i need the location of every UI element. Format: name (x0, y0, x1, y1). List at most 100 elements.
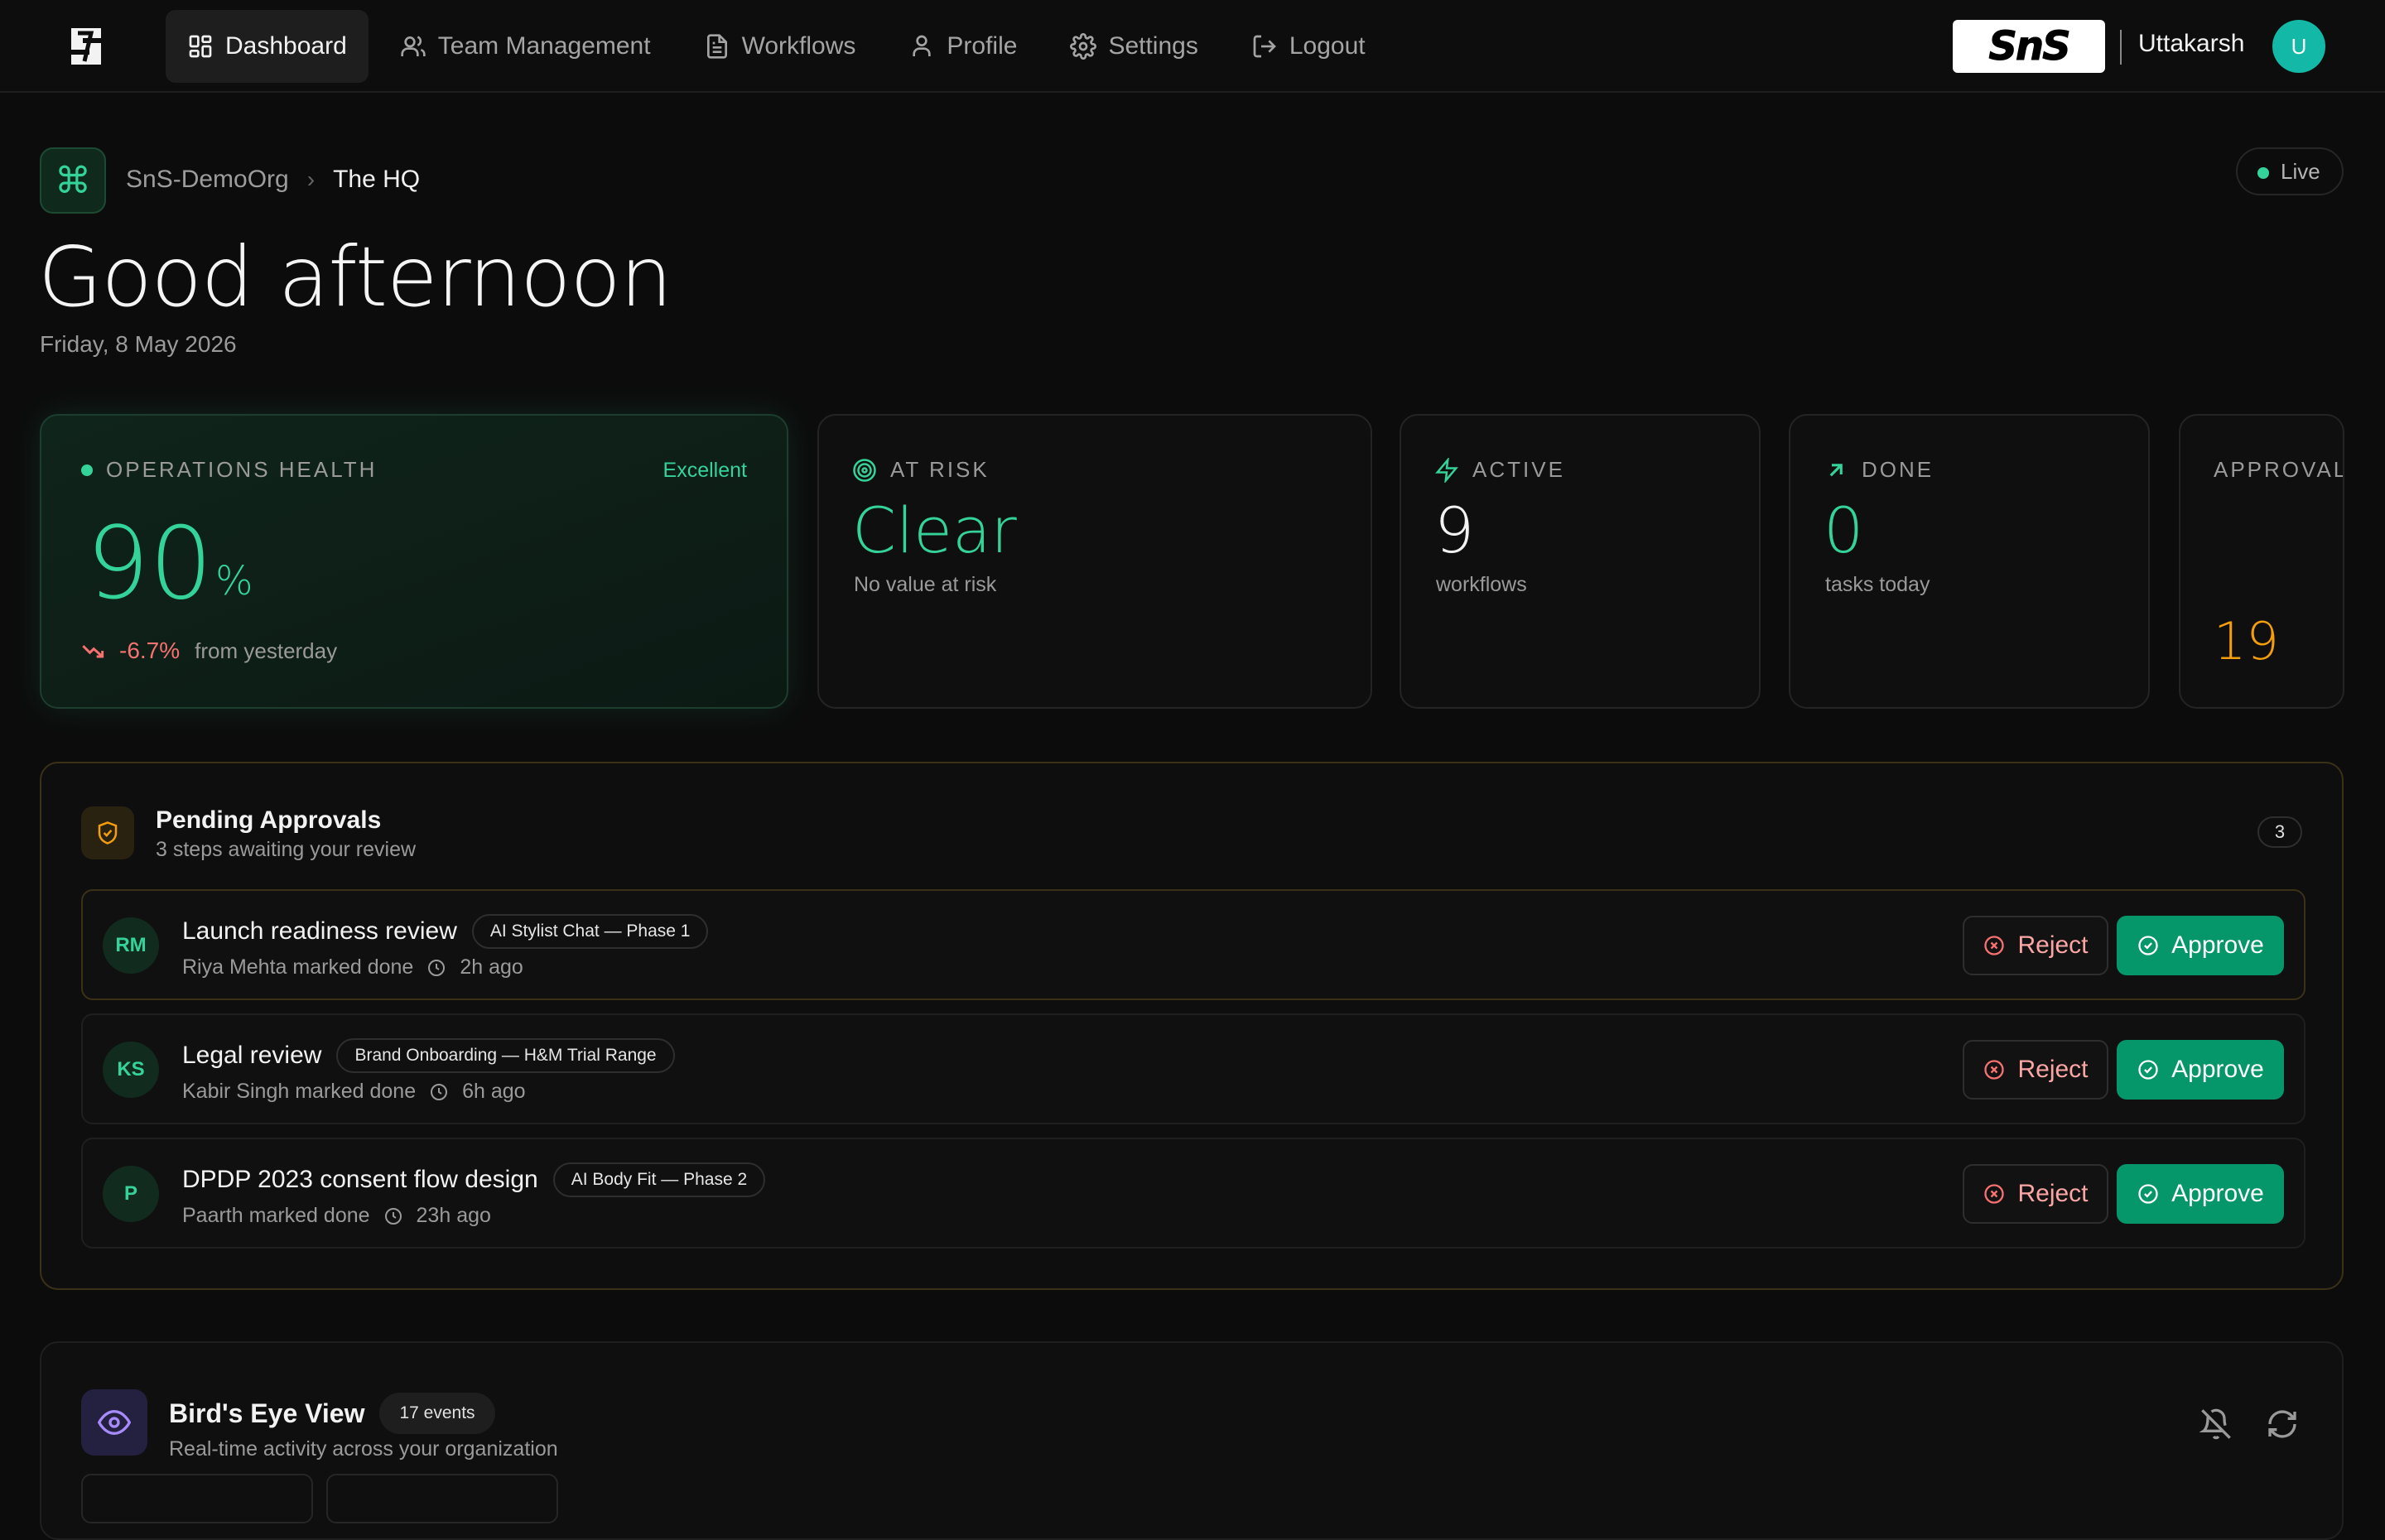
active-value: 9 (1434, 493, 1475, 567)
x-circle-icon (1984, 1184, 2005, 1204)
clock-icon (431, 1083, 448, 1100)
clock-icon (428, 959, 446, 976)
brand-logo-text: SnS (1988, 23, 2071, 70)
document-icon (706, 34, 727, 59)
nav-dashboard[interactable]: Dashboard (166, 10, 369, 83)
pending-approvals-subtitle: 3 steps awaiting your review (156, 838, 417, 861)
approval-title: Legal review Brand Onboarding — H&M Tria… (182, 1038, 675, 1073)
health-dot-icon (81, 464, 93, 476)
workflow-tag[interactable]: Brand Onboarding — H&M Trial Range (336, 1038, 675, 1073)
reject-button[interactable]: Reject (1963, 1164, 2108, 1224)
approval-row[interactable]: P DPDP 2023 consent flow design AI Body … (81, 1138, 2306, 1249)
approve-button[interactable]: Approve (2117, 1040, 2284, 1100)
live-dot-icon (2257, 167, 2269, 179)
health-unit: % (215, 558, 253, 604)
nav-team-management[interactable]: Team Management (378, 10, 672, 83)
pending-count-badge: 3 (2257, 816, 2302, 848)
nav-logout-label: Logout (1289, 32, 1366, 60)
approval-title-text: Legal review (182, 1042, 322, 1069)
health-label-text: OPERATIONS HEALTH (106, 457, 378, 482)
birds-eye-title: Bird's Eye View 17 events (169, 1393, 495, 1434)
approve-button[interactable]: Approve (2117, 916, 2284, 975)
user-avatar[interactable]: U (2272, 20, 2325, 73)
eye-icon (81, 1389, 147, 1456)
reject-label: Reject (2017, 1056, 2089, 1083)
check-circle-icon (2138, 1184, 2158, 1204)
approve-button[interactable]: Approve (2117, 1164, 2284, 1224)
active-label-text: ACTIVE (1472, 457, 1565, 482)
assignee-avatar: RM (103, 917, 159, 974)
app-logo-icon[interactable] (66, 25, 106, 68)
gear-icon (1070, 33, 1097, 60)
active-card[interactable]: ACTIVE 9 workflows (1400, 414, 1761, 709)
events-count-badge: 17 events (379, 1393, 495, 1434)
target-icon (853, 458, 876, 482)
users-icon (401, 36, 426, 56)
approval-meta-text: Riya Mehta marked done (182, 955, 414, 979)
birds-eye-subtitle: Real-time activity across your organizat… (169, 1437, 558, 1461)
pending-approvals-panel: Pending Approvals 3 steps awaiting your … (40, 762, 2344, 1290)
top-navigation: Dashboard Team Management Workflows Prof… (0, 0, 2385, 93)
done-sub: tasks today (1825, 573, 1930, 596)
health-trend-value: -6.7% (119, 638, 181, 663)
approval-time: 6h ago (462, 1080, 526, 1103)
reject-label: Reject (2017, 931, 2089, 959)
lightning-icon (1435, 457, 1458, 483)
at-risk-card[interactable]: AT RISK Clear No value at risk (817, 414, 1372, 709)
approval-title: DPDP 2023 consent flow design AI Body Fi… (182, 1162, 766, 1197)
approve-label: Approve (2171, 1180, 2264, 1207)
brand-logo: SnS (1953, 20, 2105, 73)
nav-profile-label: Profile (947, 32, 1018, 60)
birds-eye-title-text: Bird's Eye View (169, 1398, 365, 1428)
main-nav: Dashboard Team Management Workflows Prof… (166, 10, 1387, 83)
approvals-card[interactable]: APPROVALS 19 (2179, 414, 2344, 709)
health-trend-text: from yesterday (195, 638, 338, 663)
filter-tab[interactable] (326, 1474, 558, 1523)
nav-dashboard-label: Dashboard (225, 32, 347, 60)
reject-button[interactable]: Reject (1963, 1040, 2108, 1100)
bell-off-icon[interactable] (2200, 1408, 2233, 1441)
nav-workflows[interactable]: Workflows (682, 10, 878, 83)
approval-title-text: Launch readiness review (182, 917, 457, 945)
approval-row[interactable]: RM Launch readiness review AI Stylist Ch… (81, 889, 2306, 1000)
check-circle-icon (2138, 1060, 2158, 1080)
nav-logout[interactable]: Logout (1230, 10, 1387, 83)
trending-down-icon (82, 645, 104, 658)
at-risk-value: Clear (852, 493, 1017, 567)
dashboard-icon (189, 35, 212, 58)
approval-row[interactable]: KS Legal review Brand Onboarding — H&M T… (81, 1013, 2306, 1124)
approvals-label-text: APPROVALS (2214, 457, 2343, 482)
operations-health-card: OPERATIONS HEALTH Excellent 90 % -6.7% f… (40, 414, 788, 709)
birds-eye-view-panel: Bird's Eye View 17 events Real-time acti… (40, 1341, 2344, 1540)
breadcrumb: SnS-DemoOrg › The HQ (126, 166, 420, 194)
approvals-label: APPROVALS (2214, 457, 2343, 483)
reject-button[interactable]: Reject (1963, 916, 2108, 975)
done-value: 0 (1824, 493, 1864, 567)
nav-settings[interactable]: Settings (1048, 10, 1219, 83)
page-greeting: Good afternoon (38, 229, 672, 325)
nav-profile[interactable]: Profile (887, 10, 1038, 83)
check-circle-icon (2138, 936, 2158, 955)
at-risk-label-text: AT RISK (890, 457, 990, 482)
workflow-tag[interactable]: AI Stylist Chat — Phase 1 (471, 914, 709, 949)
at-risk-label: AT RISK (852, 457, 990, 483)
breadcrumb-org[interactable]: SnS-DemoOrg (126, 166, 289, 194)
live-status-label: Live (2281, 158, 2320, 184)
shield-check-icon (81, 806, 134, 859)
breadcrumb-current: The HQ (333, 166, 421, 193)
health-rating: Excellent (662, 459, 747, 482)
assignee-avatar: KS (103, 1042, 159, 1098)
approval-title: Launch readiness review AI Stylist Chat … (182, 914, 709, 949)
approve-label: Approve (2171, 1056, 2264, 1083)
x-circle-icon (1984, 936, 2005, 955)
done-label-text: DONE (1862, 457, 1934, 482)
chevron-right-icon: › (306, 166, 316, 192)
done-card[interactable]: DONE 0 tasks today (1789, 414, 2150, 709)
workflow-tag[interactable]: AI Body Fit — Phase 2 (552, 1162, 766, 1197)
x-circle-icon (1984, 1060, 2005, 1080)
approval-meta-text: Kabir Singh marked done (182, 1080, 417, 1103)
filter-tab[interactable] (81, 1474, 313, 1523)
approval-meta: Kabir Singh marked done 6h ago (182, 1080, 526, 1104)
assignee-avatar: P (103, 1166, 159, 1222)
refresh-icon[interactable] (2266, 1408, 2299, 1441)
